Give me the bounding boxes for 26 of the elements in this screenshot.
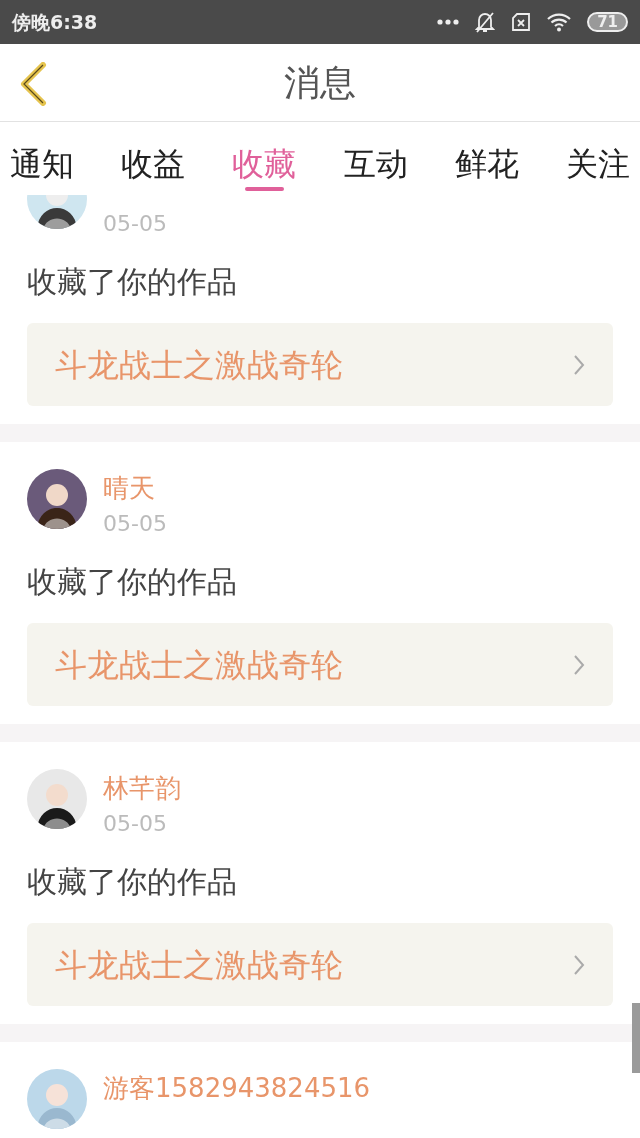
tab[interactable]: 通知 (10, 122, 74, 195)
tab[interactable]: 互动 (343, 122, 408, 195)
sim-icon (511, 12, 532, 32)
chevron-icon (573, 653, 585, 676)
user-name: 林芊韵 (103, 772, 181, 805)
back-icon[interactable] (18, 62, 48, 106)
wifi-icon (547, 12, 572, 32)
message-text: 收藏了你的作品 (27, 263, 238, 301)
tab[interactable]: 鲜花 (454, 122, 519, 195)
tab[interactable]: 收益 (121, 122, 186, 195)
message-text: 收藏了你的作品 (27, 863, 238, 901)
message-date: 05-05 (103, 510, 167, 538)
bell-off-icon (475, 11, 496, 33)
chevron-icon (573, 353, 585, 376)
battery-indicator: 71 (587, 12, 628, 32)
message-date: 05-05 (103, 210, 167, 238)
message-text: 收藏了你的作品 (27, 563, 238, 601)
user-name: 晴天 (103, 472, 156, 505)
status-time: 傍晚6:38 (12, 9, 98, 35)
tab[interactable]: 关注 (565, 122, 630, 195)
page-title: 消息 (284, 60, 356, 105)
scrollbar (632, 1003, 640, 1073)
user-name: 游客1582943824516 (103, 1072, 371, 1105)
message-date: 05-05 (103, 810, 168, 838)
chevron-icon (573, 953, 585, 976)
more-icon (437, 19, 460, 25)
